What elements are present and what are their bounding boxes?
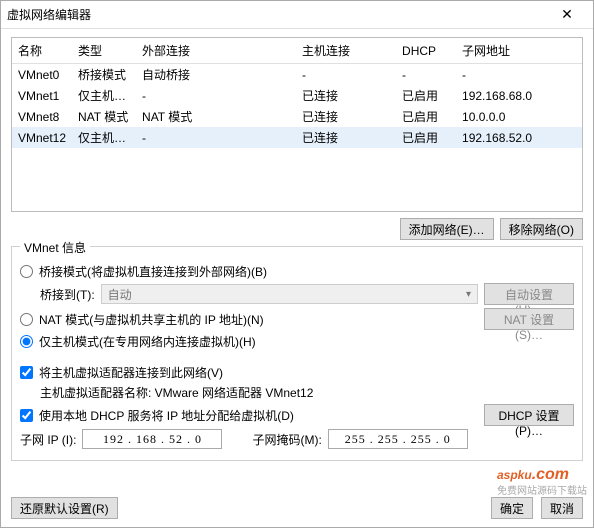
- bridge-to-combo: 自动 ▾: [101, 284, 478, 304]
- cell-dhcp: 已启用: [396, 85, 456, 106]
- cell-subnet: 192.168.68.0: [456, 85, 582, 106]
- cell-ext: 自动桥接: [136, 64, 296, 86]
- col-type[interactable]: 类型: [72, 38, 136, 64]
- bridge-to-value: 自动: [108, 286, 132, 303]
- cell-host: -: [296, 64, 396, 86]
- remove-network-button[interactable]: 移除网络(O): [500, 218, 583, 240]
- content: 名称 类型 外部连接 主机连接 DHCP 子网地址 VMnet0桥接模式自动桥接…: [1, 29, 593, 489]
- radio-bridge-input[interactable]: [20, 265, 33, 278]
- subnet-ip-input[interactable]: 192 . 168 . 52 . 0: [82, 429, 222, 449]
- cell-type: 仅主机…: [72, 85, 136, 106]
- add-network-button[interactable]: 添加网络(E)…: [400, 218, 494, 240]
- cell-ext: -: [136, 85, 296, 106]
- adapter-name-label: 主机虚拟适配器名称: VMware 网络适配器 VMnet12: [40, 384, 313, 401]
- cell-type: 仅主机…: [72, 127, 136, 148]
- table-row[interactable]: VMnet12仅主机…-已连接已启用192.168.52.0: [12, 127, 582, 148]
- subnet-ip-label: 子网 IP (I):: [20, 431, 76, 448]
- subnet-mask-input[interactable]: 255 . 255 . 255 . 0: [328, 429, 468, 449]
- group-legend: VMnet 信息: [20, 239, 90, 256]
- restore-defaults-button[interactable]: 还原默认设置(R): [11, 497, 118, 519]
- vnet-editor-window: 虚拟网络编辑器 ✕ 名称 类型 外部连接 主机连接 DHCP 子网地址 VMne…: [0, 0, 594, 528]
- chk-dhcp[interactable]: 使用本地 DHCP 服务将 IP 地址分配给虚拟机(D): [20, 407, 294, 424]
- chk-connect-host-input[interactable]: [20, 366, 33, 379]
- cell-dhcp: 已启用: [396, 127, 456, 148]
- radio-nat[interactable]: NAT 模式(与虚拟机共享主机的 IP 地址)(N): [20, 311, 264, 328]
- cell-subnet: -: [456, 64, 582, 86]
- table-row[interactable]: VMnet0桥接模式自动桥接---: [12, 64, 582, 86]
- titlebar: 虚拟网络编辑器 ✕: [1, 1, 593, 29]
- radio-bridge-label: 桥接模式(将虚拟机直接连接到外部网络)(B): [39, 263, 267, 280]
- cancel-button[interactable]: 取消: [541, 497, 583, 519]
- cell-ext: -: [136, 127, 296, 148]
- cell-dhcp: -: [396, 64, 456, 86]
- cell-name: VMnet8: [12, 106, 72, 127]
- chk-dhcp-input[interactable]: [20, 409, 33, 422]
- window-title: 虚拟网络编辑器: [7, 6, 547, 23]
- vmnet-info-group: VMnet 信息 桥接模式(将虚拟机直接连接到外部网络)(B) 桥接到(T): …: [11, 246, 583, 461]
- cell-name: VMnet0: [12, 64, 72, 86]
- cell-host: 已连接: [296, 127, 396, 148]
- network-list[interactable]: 名称 类型 外部连接 主机连接 DHCP 子网地址 VMnet0桥接模式自动桥接…: [11, 37, 583, 212]
- cell-dhcp: 已启用: [396, 106, 456, 127]
- cell-subnet: 192.168.52.0: [456, 127, 582, 148]
- cell-type: 桥接模式: [72, 64, 136, 86]
- subnet-mask-label: 子网掩码(M):: [252, 431, 321, 448]
- radio-nat-label: NAT 模式(与虚拟机共享主机的 IP 地址)(N): [39, 311, 264, 328]
- cell-ext: NAT 模式: [136, 106, 296, 127]
- col-subnet[interactable]: 子网地址: [456, 38, 582, 64]
- chk-connect-host[interactable]: 将主机虚拟适配器连接到此网络(V): [20, 364, 223, 381]
- radio-bridge[interactable]: 桥接模式(将虚拟机直接连接到外部网络)(B): [20, 263, 267, 280]
- auto-settings-button: 自动设置(U)…: [484, 283, 574, 305]
- cell-host: 已连接: [296, 106, 396, 127]
- radio-hostonly[interactable]: 仅主机模式(在专用网络内连接虚拟机)(H): [20, 333, 256, 350]
- chevron-down-icon: ▾: [466, 289, 471, 300]
- table-row[interactable]: VMnet1仅主机…-已连接已启用192.168.68.0: [12, 85, 582, 106]
- cell-host: 已连接: [296, 85, 396, 106]
- radio-hostonly-input[interactable]: [20, 335, 33, 348]
- cell-type: NAT 模式: [72, 106, 136, 127]
- dhcp-settings-button[interactable]: DHCP 设置(P)…: [484, 404, 574, 426]
- radio-nat-input[interactable]: [20, 313, 33, 326]
- network-table: 名称 类型 外部连接 主机连接 DHCP 子网地址 VMnet0桥接模式自动桥接…: [12, 38, 582, 148]
- list-button-row: 添加网络(E)… 移除网络(O): [11, 218, 583, 240]
- cell-subnet: 10.0.0.0: [456, 106, 582, 127]
- table-header-row: 名称 类型 外部连接 主机连接 DHCP 子网地址: [12, 38, 582, 64]
- cell-name: VMnet12: [12, 127, 72, 148]
- col-host[interactable]: 主机连接: [296, 38, 396, 64]
- cell-name: VMnet1: [12, 85, 72, 106]
- col-name[interactable]: 名称: [12, 38, 72, 64]
- chk-dhcp-label: 使用本地 DHCP 服务将 IP 地址分配给虚拟机(D): [39, 407, 294, 424]
- chk-connect-host-label: 将主机虚拟适配器连接到此网络(V): [39, 364, 223, 381]
- nat-settings-button: NAT 设置(S)…: [484, 308, 574, 330]
- bridge-to-label: 桥接到(T):: [40, 286, 95, 303]
- radio-hostonly-label: 仅主机模式(在专用网络内连接虚拟机)(H): [39, 333, 256, 350]
- table-row[interactable]: VMnet8NAT 模式NAT 模式已连接已启用10.0.0.0: [12, 106, 582, 127]
- bottom-bar: 还原默认设置(R) 确定 取消: [1, 489, 593, 527]
- ok-button[interactable]: 确定: [491, 497, 533, 519]
- col-ext[interactable]: 外部连接: [136, 38, 296, 64]
- col-dhcp[interactable]: DHCP: [396, 38, 456, 64]
- close-icon[interactable]: ✕: [547, 6, 587, 23]
